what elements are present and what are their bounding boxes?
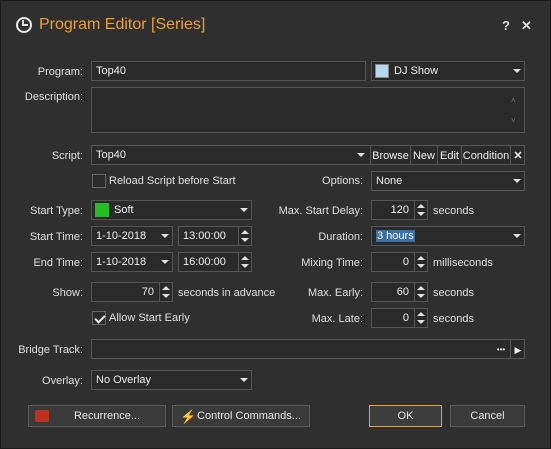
max-start-delay-label: Max. Start Delay: bbox=[278, 205, 363, 217]
chevron-down-icon[interactable] bbox=[353, 146, 368, 164]
clear-script-button[interactable]: ✕ bbox=[510, 146, 524, 164]
script-label: Script: bbox=[51, 150, 83, 162]
chevron-down-icon bbox=[509, 227, 524, 245]
max-early-input[interactable]: 60 bbox=[371, 282, 428, 302]
start-date-picker[interactable]: 1-10-2018 bbox=[91, 226, 173, 246]
spinner[interactable] bbox=[238, 227, 251, 245]
start-type-select[interactable]: Soft bbox=[91, 200, 252, 220]
show-input[interactable]: 70 bbox=[91, 282, 173, 302]
script-field: Top40 Browse New Edit Condition ✕ bbox=[91, 145, 525, 165]
clock-icon bbox=[16, 17, 32, 33]
lightning-icon: ⚡ bbox=[180, 409, 197, 424]
end-clock-value: 16:00:00 bbox=[183, 256, 226, 268]
condition-button[interactable]: Condition bbox=[461, 146, 510, 164]
start-time-label: Start Time: bbox=[29, 231, 83, 243]
duration-value: 3 hours bbox=[376, 230, 415, 242]
start-type-label: Start Type: bbox=[30, 205, 83, 217]
start-clock-value: 13:00:00 bbox=[183, 230, 226, 242]
end-clock-input[interactable]: 16:00:00 bbox=[178, 252, 252, 272]
options-select[interactable]: None bbox=[371, 171, 525, 191]
chevron-down-icon bbox=[509, 172, 524, 190]
options-value: None bbox=[376, 175, 403, 187]
recurrence-icon bbox=[35, 410, 49, 422]
play-icon[interactable]: ▶ bbox=[510, 340, 524, 358]
overlay-value: No Overlay bbox=[96, 374, 152, 386]
end-date-value: 1-10-2018 bbox=[96, 256, 147, 268]
spinner[interactable] bbox=[414, 253, 427, 271]
max-late-label: Max. Late: bbox=[311, 313, 363, 325]
bridge-track-field: ••• ▶ bbox=[91, 339, 525, 359]
max-early-label: Max. Early: bbox=[307, 287, 363, 299]
soft-swatch bbox=[95, 203, 109, 217]
description-scrollbar[interactable]: ˄ ˅ bbox=[511, 91, 519, 131]
spinner[interactable] bbox=[238, 253, 251, 271]
max-late-value: 0 bbox=[402, 312, 409, 324]
close-button[interactable]: ✕ bbox=[521, 18, 532, 34]
end-date-picker[interactable]: 1-10-2018 bbox=[91, 252, 173, 272]
mixing-time-label: Mixing Time: bbox=[301, 257, 363, 269]
chevron-down-icon bbox=[157, 227, 172, 245]
control-commands-button[interactable]: ⚡ Control Commands... bbox=[172, 405, 310, 427]
mixing-time-unit: milliseconds bbox=[433, 257, 493, 269]
spinner[interactable] bbox=[159, 283, 172, 301]
options-label: Options: bbox=[322, 175, 363, 187]
cancel-button[interactable]: Cancel bbox=[450, 405, 525, 427]
control-commands-label: Control Commands... bbox=[197, 410, 301, 422]
program-input[interactable]: Top40 bbox=[91, 61, 366, 81]
max-start-delay-input[interactable]: 120 bbox=[371, 200, 428, 220]
allow-start-early-label: Allow Start Early bbox=[109, 312, 190, 324]
show-value: 70 bbox=[141, 286, 154, 298]
max-late-input[interactable]: 0 bbox=[371, 308, 428, 328]
max-late-unit: seconds bbox=[433, 313, 474, 325]
max-early-unit: seconds bbox=[433, 287, 474, 299]
max-start-delay-unit: seconds bbox=[433, 205, 474, 217]
new-button[interactable]: New bbox=[410, 146, 437, 164]
description-label: Description: bbox=[24, 91, 83, 103]
chevron-down-icon bbox=[236, 371, 251, 389]
spinner[interactable] bbox=[414, 201, 427, 219]
spinner[interactable] bbox=[414, 283, 427, 301]
category-select[interactable]: DJ Show bbox=[371, 61, 525, 81]
program-label: Program: bbox=[37, 66, 83, 78]
category-value: DJ Show bbox=[394, 65, 439, 77]
description-textarea[interactable] bbox=[91, 87, 525, 133]
reload-script-label: Reload Script before Start bbox=[109, 175, 236, 187]
max-early-value: 60 bbox=[396, 286, 409, 298]
max-start-delay-value: 120 bbox=[390, 204, 409, 216]
spinner[interactable] bbox=[414, 309, 427, 327]
start-date-value: 1-10-2018 bbox=[96, 230, 147, 242]
mixing-time-input[interactable]: 0 bbox=[371, 252, 428, 272]
chevron-down-icon bbox=[509, 62, 524, 80]
overlay-select[interactable]: No Overlay bbox=[91, 370, 252, 390]
show-unit: seconds in advance bbox=[178, 287, 276, 299]
chevron-down-icon bbox=[236, 201, 251, 219]
allow-start-early-checkbox[interactable] bbox=[92, 311, 106, 325]
category-swatch bbox=[375, 64, 389, 78]
program-editor-window: Program Editor [Series] ? ✕ Program: Top… bbox=[0, 0, 551, 449]
show-label: Show: bbox=[52, 287, 83, 299]
edit-button[interactable]: Edit bbox=[437, 146, 461, 164]
ok-button[interactable]: OK bbox=[369, 405, 442, 427]
script-value[interactable]: Top40 bbox=[96, 148, 126, 162]
reload-script-checkbox[interactable] bbox=[92, 174, 106, 188]
recurrence-label: Recurrence... bbox=[73, 410, 141, 422]
browse-button[interactable]: Browse bbox=[370, 146, 410, 164]
mixing-time-value: 0 bbox=[402, 256, 409, 268]
help-button[interactable]: ? bbox=[502, 18, 510, 33]
window-title: Program Editor [Series] bbox=[39, 16, 206, 33]
bridge-track-label: Bridge Track: bbox=[18, 344, 83, 356]
start-clock-input[interactable]: 13:00:00 bbox=[178, 226, 252, 246]
duration-label: Duration: bbox=[318, 231, 363, 243]
overlay-label: Overlay: bbox=[42, 375, 83, 387]
recurrence-button[interactable]: Recurrence... bbox=[28, 405, 166, 427]
chevron-down-icon bbox=[157, 253, 172, 271]
duration-select[interactable]: 3 hours bbox=[371, 226, 525, 246]
end-time-label: End Time: bbox=[33, 257, 83, 269]
browse-ellipsis-button[interactable]: ••• bbox=[492, 340, 510, 358]
start-type-value: Soft bbox=[114, 204, 134, 216]
